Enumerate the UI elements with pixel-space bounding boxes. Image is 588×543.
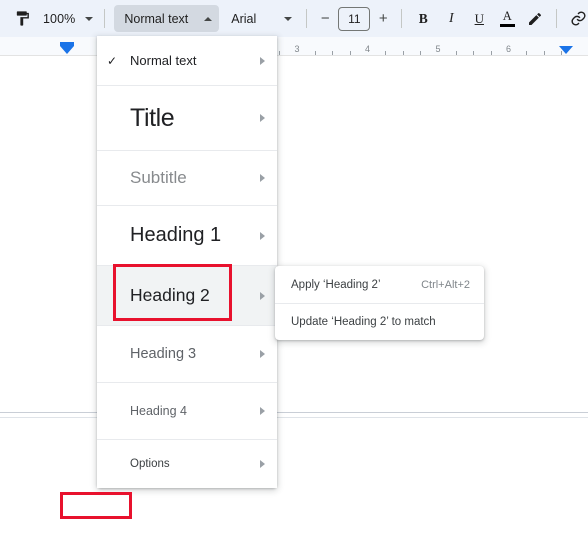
chevron-right-icon <box>260 291 265 300</box>
toolbar-divider <box>556 9 558 28</box>
style-menu-item-label: Normal text <box>130 53 197 68</box>
text-color-letter: A <box>502 8 512 23</box>
insert-link-icon[interactable] <box>564 5 588 32</box>
style-menu-item-normal-text[interactable]: ✓ Normal text <box>97 36 277 86</box>
font-size-decrease-button[interactable]: − <box>314 7 336 31</box>
highlight-pen-icon[interactable] <box>521 5 549 32</box>
font-size-increase-button[interactable]: + <box>372 7 394 31</box>
chevron-right-icon <box>260 350 265 358</box>
toolbar: 100% Normal text Arial − 11 + B I U A <box>0 0 588 37</box>
style-menu-item-label: Heading 3 <box>130 346 197 362</box>
underline-button[interactable]: U <box>465 5 493 32</box>
chevron-right-icon <box>260 407 265 415</box>
chevron-down-icon <box>284 16 293 21</box>
text-color-icon: A <box>499 8 515 28</box>
left-indent-marker[interactable] <box>60 42 74 54</box>
style-menu-item-heading-4[interactable]: Heading 4 <box>97 383 277 440</box>
font-family-value: Arial <box>231 11 257 26</box>
style-menu-item-heading-1[interactable]: Heading 1 <box>97 206 277 266</box>
chevron-right-icon <box>260 56 265 65</box>
ruler[interactable]: 3456 <box>0 37 588 56</box>
style-menu-item-title[interactable]: Title <box>97 86 277 151</box>
style-menu-item-label: Heading 2 <box>130 285 210 305</box>
link-glyph <box>571 11 586 26</box>
style-menu-item-label: Title <box>130 103 175 132</box>
font-size-input[interactable]: 11 <box>338 6 371 31</box>
paint-format-glyph <box>16 11 29 26</box>
google-docs-window: 100% Normal text Arial − 11 + B I U A 3 … <box>0 0 588 543</box>
chevron-right-icon <box>260 231 265 240</box>
apply-heading-2-shortcut: Ctrl+Alt+2 <box>421 278 470 291</box>
highlight-pen-glyph <box>529 12 542 25</box>
paint-format-icon[interactable] <box>8 5 36 32</box>
style-menu-item-heading-2[interactable]: Heading 2 <box>97 266 277 326</box>
font-family-dropdown[interactable]: Arial <box>221 5 299 32</box>
paragraph-styles-menu[interactable]: ✓ Normal text Title Subtitle Heading 1 Headin… <box>97 36 277 488</box>
toolbar-divider <box>306 9 308 28</box>
chevron-right-icon <box>260 114 265 122</box>
apply-heading-2-label: Apply ‘Heading 2’ <box>291 278 381 291</box>
update-heading-2-menu-item[interactable]: Update ‘Heading 2’ to match <box>275 303 484 340</box>
chevron-right-icon <box>260 460 265 468</box>
paragraph-style-value: Normal text <box>124 11 189 26</box>
apply-heading-2-menu-item[interactable]: Apply ‘Heading 2’ Ctrl+Alt+2 <box>275 266 484 303</box>
style-menu-item-subtitle[interactable]: Subtitle <box>97 151 277 206</box>
style-menu-item-label: Subtitle <box>130 168 187 187</box>
zoom-level-value: 100% <box>43 11 76 26</box>
checkmark-icon: ✓ <box>107 53 118 68</box>
chevron-right-icon <box>260 174 265 182</box>
font-size-stepper: − 11 + <box>314 6 394 31</box>
page-break-line-top <box>0 412 588 413</box>
text-color-button[interactable]: A <box>493 5 521 32</box>
text-color-swatch <box>499 24 515 28</box>
heading-2-submenu[interactable]: Apply ‘Heading 2’ Ctrl+Alt+2 Update ‘Hea… <box>275 266 484 340</box>
right-indent-marker[interactable] <box>559 46 573 54</box>
toolbar-divider <box>401 9 403 28</box>
chevron-down-icon <box>85 16 94 21</box>
chevron-up-icon <box>204 16 213 21</box>
style-menu-item-label: Options <box>130 458 170 470</box>
update-heading-2-label: Update ‘Heading 2’ to match <box>291 316 436 328</box>
style-menu-item-heading-3[interactable]: Heading 3 <box>97 326 277 383</box>
toolbar-divider <box>104 9 106 28</box>
paragraph-style-dropdown[interactable]: Normal text <box>114 5 220 32</box>
style-menu-item-label: Heading 1 <box>130 224 222 246</box>
bold-button[interactable]: B <box>409 5 437 32</box>
style-menu-item-options[interactable]: Options <box>97 440 277 488</box>
zoom-level-dropdown[interactable]: 100% <box>36 5 97 32</box>
page-break-line-bottom <box>0 417 588 418</box>
italic-button[interactable]: I <box>437 5 465 32</box>
style-menu-item-label: Heading 4 <box>130 404 187 418</box>
